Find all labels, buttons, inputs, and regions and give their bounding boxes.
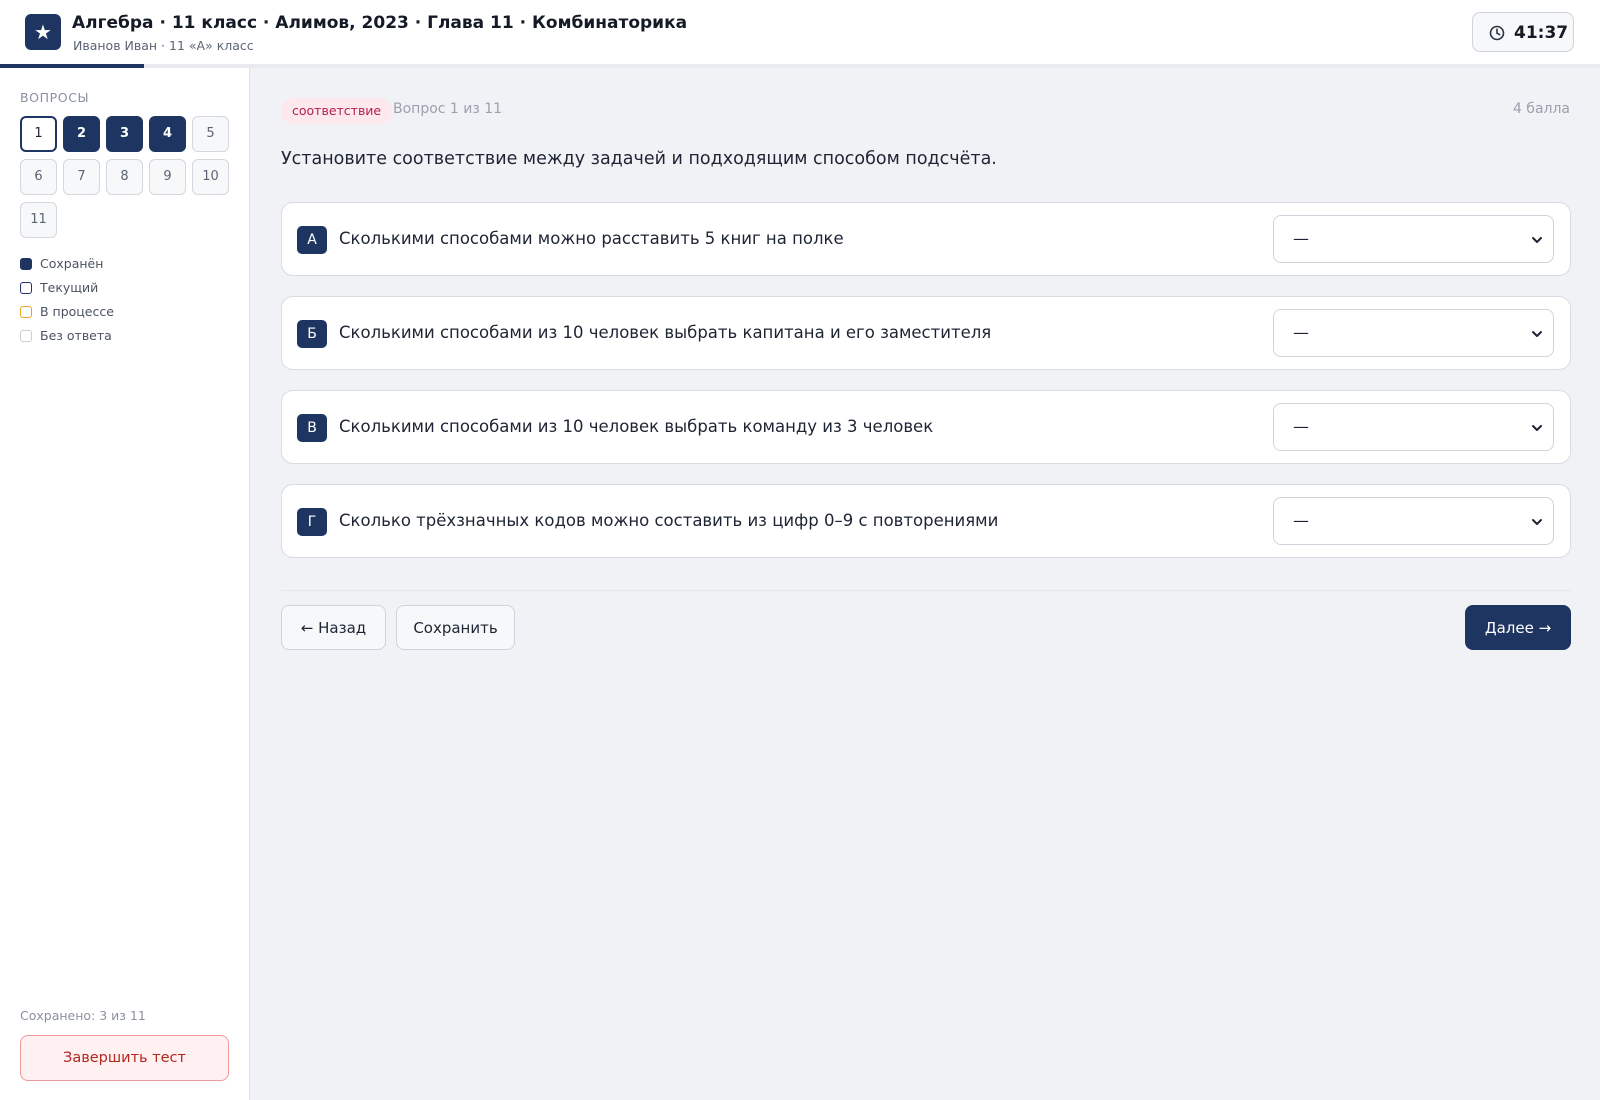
match-row-b: Б Сколькими способами из 10 человек выбр… xyxy=(281,296,1571,370)
chevron-down-icon xyxy=(1532,331,1542,337)
row-letter: Г xyxy=(297,508,327,536)
legend-label: В процессе xyxy=(40,304,114,319)
student-info: Иванов Иван · 11 «А» класс xyxy=(73,38,254,53)
chevron-down-icon xyxy=(1532,519,1542,525)
match-row-g: Г Сколько трёхзначных кодов можно состав… xyxy=(281,484,1571,558)
timer-value: 41:37 xyxy=(1514,23,1569,43)
select-value: — xyxy=(1293,417,1309,436)
select-value: — xyxy=(1293,511,1309,530)
question-text: Установите соответствие между задачей и … xyxy=(281,149,997,169)
legend-swatch xyxy=(20,258,32,270)
chevron-down-icon xyxy=(1532,425,1542,431)
finish-test-button[interactable]: Завершить тест xyxy=(20,1035,229,1081)
question-nav-11[interactable]: 11 xyxy=(20,202,57,238)
question-nav-10[interactable]: 10 xyxy=(192,159,229,195)
select-value: — xyxy=(1293,323,1309,342)
question-points: 4 балла xyxy=(1512,101,1570,117)
questions-heading: ВОПРОСЫ xyxy=(20,90,90,105)
row-letter: А xyxy=(297,226,327,254)
clock-icon xyxy=(1489,25,1505,41)
question-nav-9[interactable]: 9 xyxy=(149,159,186,195)
question-type-badge: соответствие xyxy=(281,98,393,124)
question-nav-7[interactable]: 7 xyxy=(63,159,100,195)
question-nav-5[interactable]: 5 xyxy=(192,116,229,152)
legend-swatch xyxy=(20,306,32,318)
question-nav-8[interactable]: 8 xyxy=(106,159,143,195)
legend-swatch xyxy=(20,330,32,342)
answer-select-v[interactable]: — xyxy=(1273,403,1554,451)
timer: 41:37 xyxy=(1472,12,1574,52)
next-button[interactable]: Далее → xyxy=(1465,605,1571,650)
row-letter: Б xyxy=(297,320,327,348)
question-nav-2[interactable]: 2 xyxy=(63,116,100,152)
back-button[interactable]: ← Назад xyxy=(281,605,386,650)
select-value: — xyxy=(1293,229,1309,248)
save-button[interactable]: Сохранить xyxy=(396,605,515,650)
question-nav-1[interactable]: 1 xyxy=(20,116,57,152)
match-row-v: В Сколькими способами из 10 человек выбр… xyxy=(281,390,1571,464)
chevron-down-icon xyxy=(1532,237,1542,243)
question-nav-3[interactable]: 3 xyxy=(106,116,143,152)
question-counter: Вопрос 1 из 11 xyxy=(393,101,503,117)
row-task-text: Сколькими способами из 10 человек выбрат… xyxy=(339,417,934,436)
saved-count: Сохранено: 3 из 11 xyxy=(20,1008,146,1023)
row-letter: В xyxy=(297,414,327,442)
sidebar: ВОПРОСЫ 1 2 3 4 5 6 7 8 9 10 11 Сохранён Текущий В п… xyxy=(0,68,250,1100)
top-header: ★ Алгебра · 11 класс · Алимов, 2023 · Гл… xyxy=(0,0,1600,68)
test-title: Алгебра · 11 класс · Алимов, 2023 · Глав… xyxy=(72,13,688,33)
match-row-a: А Сколькими способами можно расставить 5… xyxy=(281,202,1571,276)
star-logo-icon: ★ xyxy=(25,14,61,50)
question-nav-6[interactable]: 6 xyxy=(20,159,57,195)
answer-select-a[interactable]: — xyxy=(1273,215,1554,263)
answer-select-b[interactable]: — xyxy=(1273,309,1554,357)
question-nav-4[interactable]: 4 xyxy=(149,116,186,152)
row-task-text: Сколькими способами можно расставить 5 к… xyxy=(339,229,844,248)
divider xyxy=(281,590,1571,591)
row-task-text: Сколькими способами из 10 человек выбрат… xyxy=(339,323,992,342)
row-task-text: Сколько трёхзначных кодов можно составит… xyxy=(339,511,999,530)
legend-label: Сохранён xyxy=(40,256,104,271)
answer-select-g[interactable]: — xyxy=(1273,497,1554,545)
legend-swatch xyxy=(20,282,32,294)
legend-label: Текущий xyxy=(40,280,99,295)
legend-label: Без ответа xyxy=(40,328,112,343)
